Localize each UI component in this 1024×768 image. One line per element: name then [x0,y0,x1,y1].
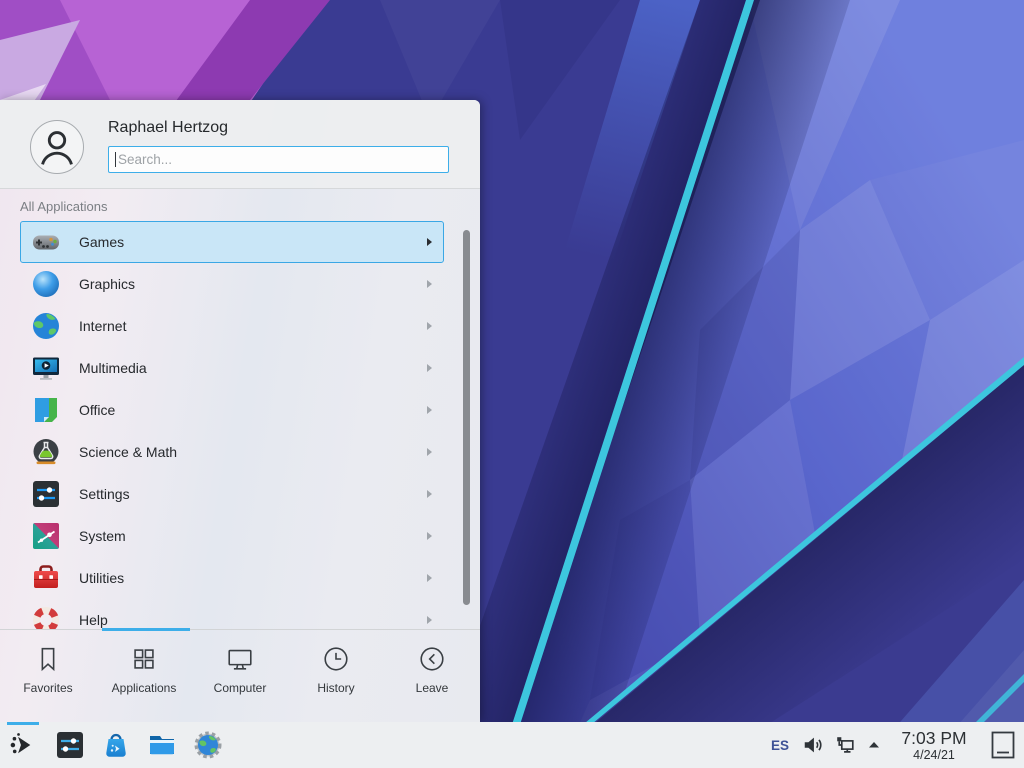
bookmark-icon [33,644,63,674]
user-icon [31,121,83,173]
submenu-arrow-icon [427,406,432,414]
category-row-graphics[interactable]: Graphics [20,263,444,305]
digital-clock[interactable]: 7:03 PM 4/24/21 [890,729,978,762]
clock-date: 4/24/21 [890,748,978,762]
category-label: Internet [79,318,126,334]
launcher-button[interactable] [6,722,40,768]
keyboard-layout-indicator[interactable]: ES [768,738,792,753]
tab-label: Applications [112,681,177,695]
category-row-system[interactable]: System [20,515,444,557]
scrollbar[interactable] [463,230,470,605]
search-input[interactable] [108,146,449,173]
toolbox-icon [30,562,62,594]
category-label: Science & Math [79,444,177,460]
active-tab-indicator [102,628,190,631]
launcher-footer: Favorites Applications Computer History Leav… [0,629,480,722]
volume-icon[interactable] [802,734,824,756]
section-label: All Applications [20,199,107,214]
pinned-apps [40,729,224,761]
desktop: Raphael Hertzog All Applications Games Gr… [0,0,1024,768]
category-label: Office [79,402,115,418]
category-row-settings[interactable]: Settings [20,473,444,515]
category-label: Help [79,612,108,628]
network-wired-icon[interactable] [834,734,856,756]
lifebuoy-icon [30,604,62,629]
category-row-office[interactable]: Office [20,389,444,431]
discover-taskbar-button[interactable] [100,729,132,761]
tab-label: Computer [214,681,267,695]
gamepad-icon [30,226,62,258]
user-name: Raphael Hertzog [108,119,228,137]
submenu-arrow-icon [427,238,432,246]
submenu-arrow-icon [427,490,432,498]
tab-label: Favorites [23,681,72,695]
computer-icon [225,644,255,674]
monitor-play-icon [30,352,62,384]
category-list: Games Graphics Internet Multimedia Office Sci… [20,221,444,629]
submenu-arrow-icon [427,448,432,456]
category-row-multimedia[interactable]: Multimedia [20,347,444,389]
submenu-arrow-icon [427,616,432,624]
clock-time: 7:03 PM [890,729,978,748]
category-row-science-math[interactable]: Science & Math [20,431,444,473]
submenu-arrow-icon [427,532,432,540]
category-row-internet[interactable]: Internet [20,305,444,347]
show-desktop-button[interactable] [990,722,1016,768]
system-sliders-icon [30,520,62,552]
show-desktop-icon [991,731,1015,759]
taskbar: ES 7:03 PM 4/24/21 [0,722,1024,768]
tab-label: History [317,681,354,695]
tray-icons [802,734,890,756]
submenu-arrow-icon [427,280,432,288]
application-launcher-menu: Raphael Hertzog All Applications Games Gr… [0,100,480,722]
category-row-help[interactable]: Help [20,599,444,629]
leave-icon [417,644,447,674]
submenu-arrow-icon [427,364,432,372]
category-row-games[interactable]: Games [20,221,444,263]
tab-applications[interactable]: Applications [96,630,192,722]
category-label: Multimedia [79,360,147,376]
tab-favorites[interactable]: Favorites [0,630,96,722]
category-label: System [79,528,126,544]
category-label: Graphics [79,276,135,292]
clock-icon [321,644,351,674]
category-label: Games [79,234,124,250]
category-label: Utilities [79,570,124,586]
launcher-header: Raphael Hertzog [0,100,480,189]
system-settings-taskbar-button[interactable] [54,729,86,761]
web-browser-taskbar-button[interactable] [192,729,224,761]
tab-history[interactable]: History [288,630,384,722]
category-label: Settings [79,486,130,502]
user-avatar[interactable] [30,120,84,174]
submenu-arrow-icon [427,574,432,582]
globe-icon [30,310,62,342]
system-tray: ES 7:03 PM 4/24/21 [768,722,1024,768]
tab-label: Leave [416,681,449,695]
tab-leave[interactable]: Leave [384,630,480,722]
grid-icon [129,644,159,674]
flask-icon [30,436,62,468]
category-row-utilities[interactable]: Utilities [20,557,444,599]
sliders-icon [30,478,62,510]
expand-up-icon[interactable] [866,737,882,753]
dolphin-taskbar-button[interactable] [146,729,178,761]
document-icon [30,394,62,426]
tab-computer[interactable]: Computer [192,630,288,722]
footer-tabs: Favorites Applications Computer History Leav… [0,630,480,722]
sphere-icon [30,268,62,300]
submenu-arrow-icon [427,322,432,330]
